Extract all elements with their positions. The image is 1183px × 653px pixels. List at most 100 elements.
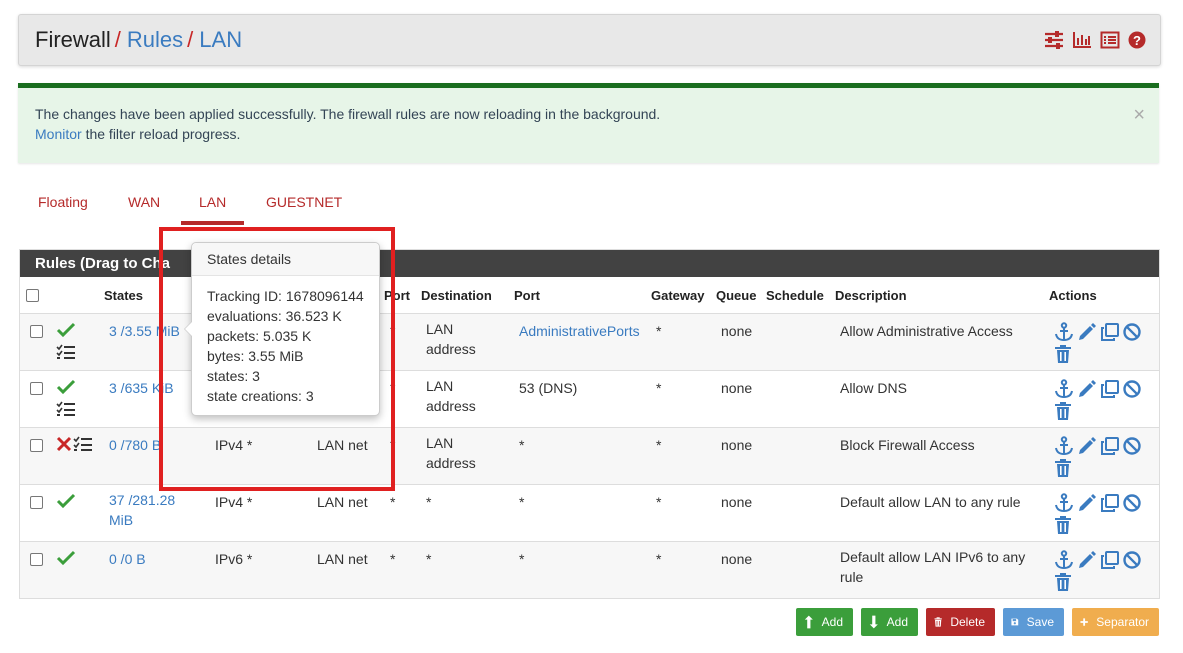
help-icon[interactable]: ? xyxy=(1128,31,1146,49)
highlight-annotation xyxy=(159,227,395,491)
tab-guestnet[interactable]: GUESTNET xyxy=(266,194,342,210)
tab-wan[interactable]: WAN xyxy=(128,194,160,210)
breadcrumb-lan-link[interactable]: LAN xyxy=(199,27,242,52)
destination: * xyxy=(426,494,432,510)
copy-icon[interactable] xyxy=(1100,493,1120,516)
gateway: * xyxy=(656,323,662,339)
queue: none xyxy=(721,380,753,396)
dst-port: * xyxy=(519,494,525,510)
separator-button[interactable]: Separator xyxy=(1072,608,1159,636)
breadcrumb: Firewall / Rules / LAN xyxy=(35,27,242,53)
list-icon[interactable] xyxy=(1100,31,1120,49)
delete-button[interactable]: Delete xyxy=(926,608,995,636)
pencil-icon[interactable] xyxy=(1077,436,1097,459)
copy-icon[interactable] xyxy=(1100,379,1120,402)
add-bottom-button[interactable]: Add xyxy=(861,608,918,636)
svg-text:?: ? xyxy=(1133,33,1141,48)
success-alert: The changes have been applied successful… xyxy=(18,83,1159,163)
row-checkbox[interactable] xyxy=(30,325,43,338)
queue: none xyxy=(721,551,753,567)
src-port: * xyxy=(390,494,396,510)
col-schedule: Schedule xyxy=(766,288,824,303)
col-description: Description xyxy=(835,288,907,303)
states-link[interactable]: 0 /0 B xyxy=(109,551,146,567)
trash-icon[interactable] xyxy=(1054,458,1072,481)
pencil-icon[interactable] xyxy=(1077,322,1097,345)
arrow-up-icon xyxy=(804,615,813,629)
gateway: * xyxy=(656,380,662,396)
disable-icon[interactable] xyxy=(1122,322,1142,345)
destination: LAN address xyxy=(426,435,476,471)
save-button[interactable]: Save xyxy=(1003,608,1064,636)
states-link[interactable]: 37 /281.28 MiB xyxy=(109,490,175,530)
pencil-icon[interactable] xyxy=(1077,379,1097,402)
disable-icon[interactable] xyxy=(1122,379,1142,402)
sliders-icon[interactable] xyxy=(1044,31,1064,49)
trash-icon[interactable] xyxy=(1054,401,1072,424)
col-destination: Destination xyxy=(421,288,492,303)
trash-icon[interactable] xyxy=(1054,572,1072,595)
copy-icon[interactable] xyxy=(1100,322,1120,345)
breadcrumb-rules-link[interactable]: Rules xyxy=(127,27,183,52)
dst-port: * xyxy=(519,551,525,567)
row-checkbox[interactable] xyxy=(30,382,43,395)
queue: none xyxy=(721,437,753,453)
copy-icon[interactable] xyxy=(1100,550,1120,573)
header-icons: ? xyxy=(1044,31,1146,49)
anchor-icon[interactable] xyxy=(1054,493,1074,516)
row-checkbox[interactable] xyxy=(30,496,43,509)
pencil-icon[interactable] xyxy=(1077,550,1097,573)
anchor-icon[interactable] xyxy=(1054,379,1074,402)
gateway: * xyxy=(656,437,662,453)
row-checkbox[interactable] xyxy=(30,553,43,566)
states-link[interactable]: 0 /780 B xyxy=(109,437,161,453)
pencil-icon[interactable] xyxy=(1077,493,1097,516)
check-icon xyxy=(56,379,76,398)
description: Block Firewall Access xyxy=(840,437,975,453)
queue: none xyxy=(721,494,753,510)
queue: none xyxy=(721,323,753,339)
gateway: * xyxy=(656,494,662,510)
trash-icon[interactable] xyxy=(1054,344,1072,367)
copy-icon[interactable] xyxy=(1100,436,1120,459)
anchor-icon[interactable] xyxy=(1054,550,1074,573)
dst-port: 53 (DNS) xyxy=(519,380,578,396)
tab-lan[interactable]: LAN xyxy=(181,194,245,225)
row-checkbox[interactable] xyxy=(30,439,43,452)
col-queue: Queue xyxy=(716,288,757,303)
disable-icon[interactable] xyxy=(1122,550,1142,573)
monitor-link[interactable]: Monitor xyxy=(35,126,82,142)
destination: * xyxy=(426,551,432,567)
trash-icon[interactable] xyxy=(1054,515,1072,538)
description: Allow Administrative Access xyxy=(840,323,1013,339)
alert-second-line: Monitor the filter reload progress. xyxy=(35,126,240,142)
select-all-checkbox[interactable] xyxy=(26,289,39,302)
protocol: IPv6 * xyxy=(215,551,253,567)
table-row[interactable]: 0 /0 B IPv6 * LAN net * * * * none Defau… xyxy=(20,541,1159,598)
col-destination-port: Port xyxy=(514,288,540,303)
breadcrumb-separator: / xyxy=(187,27,194,52)
checklist-icon[interactable] xyxy=(73,436,93,455)
dst-port-link[interactable]: AdministrativePorts xyxy=(519,323,640,339)
tab-floating[interactable]: Floating xyxy=(38,194,88,210)
destination: LAN address xyxy=(426,378,476,414)
add-top-button[interactable]: Add xyxy=(796,608,853,636)
disable-icon[interactable] xyxy=(1122,436,1142,459)
source: LAN net xyxy=(317,494,368,510)
col-states: States xyxy=(104,288,144,303)
close-icon[interactable]: × xyxy=(1133,105,1145,125)
trash-icon xyxy=(934,617,942,627)
table-row[interactable]: 37 /281.28 MiB IPv4 * LAN net * * * * non… xyxy=(20,484,1159,541)
bar-chart-icon[interactable] xyxy=(1072,31,1092,49)
checklist-icon[interactable] xyxy=(56,401,76,420)
destination: LAN address xyxy=(426,321,476,357)
alert-tail: the filter reload progress. xyxy=(81,126,241,142)
check-icon xyxy=(56,493,76,512)
checklist-icon[interactable] xyxy=(56,344,76,363)
arrow-down-icon xyxy=(869,615,878,629)
disable-icon[interactable] xyxy=(1122,493,1142,516)
anchor-icon[interactable] xyxy=(1054,322,1074,345)
col-gateway: Gateway xyxy=(651,288,705,303)
anchor-icon[interactable] xyxy=(1054,436,1074,459)
block-x-icon xyxy=(56,436,72,455)
